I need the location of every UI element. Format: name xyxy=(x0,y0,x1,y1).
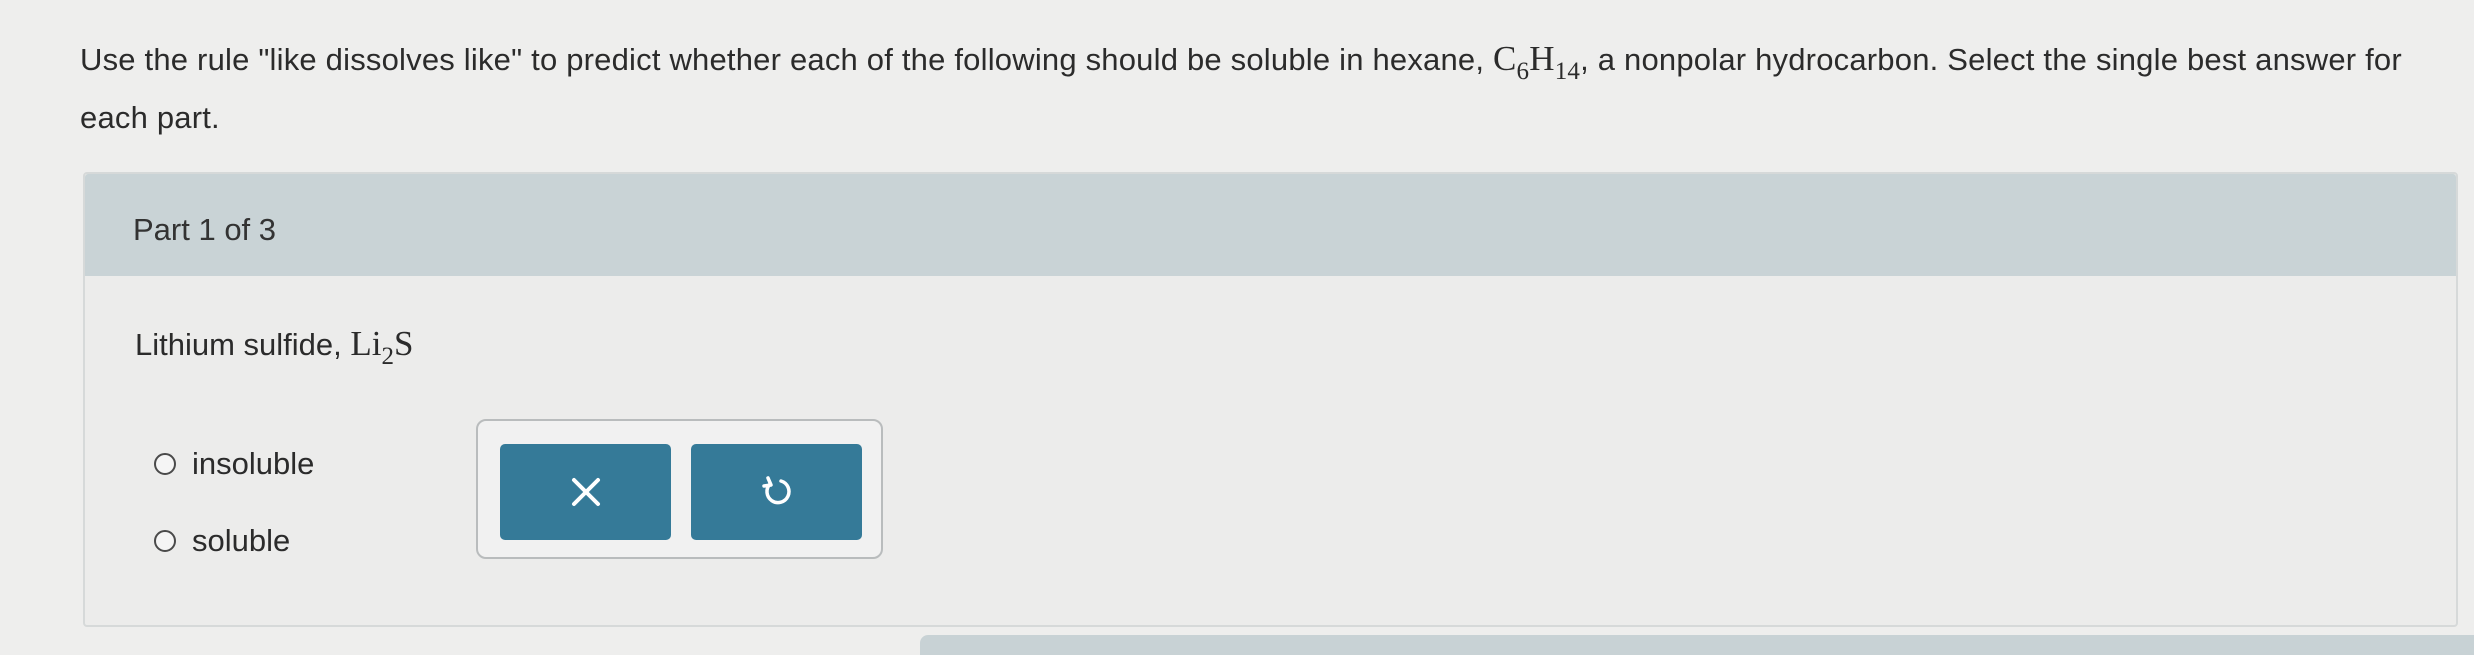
undo-icon xyxy=(761,476,791,505)
formula-hydrogen-subscript: 14 xyxy=(1554,58,1581,85)
option-insoluble[interactable]: insoluble xyxy=(154,446,397,482)
option-soluble-label: soluble xyxy=(192,523,291,558)
hexane-formula: C6H14 xyxy=(1493,39,1580,84)
option-soluble[interactable]: soluble xyxy=(154,523,373,559)
part-header: Part 1 of 3 xyxy=(85,174,2456,276)
x-icon xyxy=(571,478,600,506)
formula-comma: , xyxy=(1580,42,1589,77)
part-label: Part 1 of 3 xyxy=(133,212,277,247)
compound-sulfur: S xyxy=(394,324,414,363)
question-text: Use the rule "like dissolves like" to pr… xyxy=(80,30,2450,147)
prompt-text: Lithium sulfide, xyxy=(135,327,351,362)
option-insoluble-label: insoluble xyxy=(192,446,315,481)
compound-lithium-subscript: 2 xyxy=(381,343,395,370)
formula-carbon: C xyxy=(1493,39,1517,78)
compound-formula: Li2S xyxy=(350,324,414,369)
radio-insoluble[interactable] xyxy=(154,453,176,475)
compound-lithium: Li xyxy=(350,324,382,363)
part-card: Part 1 of 3 Lithium sulfide, Li2S insolu… xyxy=(83,172,2458,627)
part-prompt: Lithium sulfide, Li2S xyxy=(135,324,414,369)
next-part-header-edge xyxy=(920,635,2474,655)
answer-action-box xyxy=(476,419,883,559)
undo-button[interactable] xyxy=(691,444,862,540)
formula-carbon-subscript: 6 xyxy=(1516,58,1530,85)
question-intro: Use the rule "like dissolves like" to pr… xyxy=(80,42,1485,77)
clear-answer-button[interactable] xyxy=(500,444,671,540)
formula-hydrogen: H xyxy=(1529,39,1555,78)
radio-soluble[interactable] xyxy=(154,530,176,552)
